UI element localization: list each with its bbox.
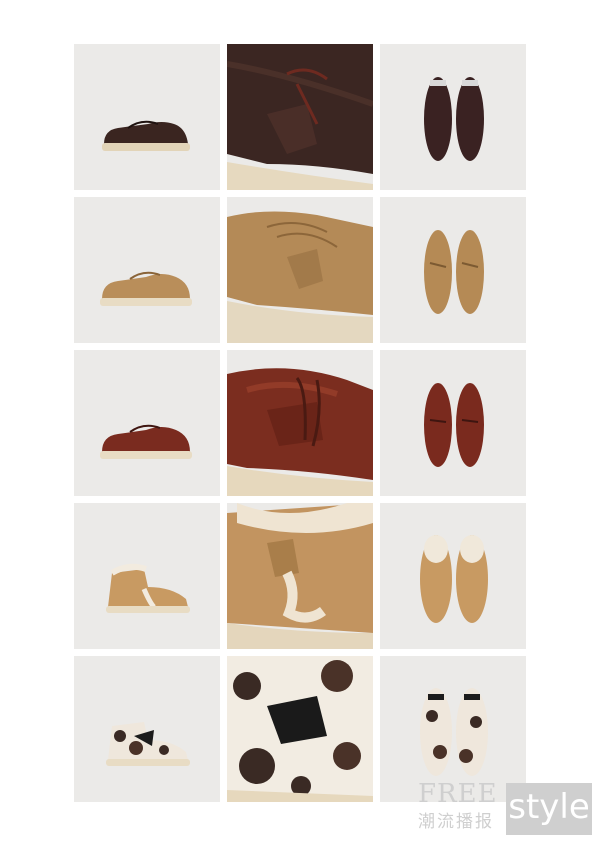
shoe-sand-side-image xyxy=(100,271,192,306)
tile-burgundy-wallabee-detail[interactable] xyxy=(227,350,373,496)
shoe-burgundy-detail-image xyxy=(227,368,373,496)
shoe-cowprint-side-image xyxy=(106,722,190,766)
shoe-burgundy-top-image xyxy=(424,383,484,467)
shoe-shearling-top-image xyxy=(420,535,488,623)
tile-shearling-boot-detail[interactable] xyxy=(227,503,373,649)
shoe-brown-detail-image xyxy=(227,44,373,190)
shoe-brown-side-image xyxy=(102,120,190,151)
tile-burgundy-wallabee-side[interactable] xyxy=(74,350,220,496)
tile-sand-wallabee-side[interactable] xyxy=(74,197,220,343)
tile-brown-wallabee-top[interactable] xyxy=(380,44,526,190)
tile-shearling-boot-side[interactable] xyxy=(74,503,220,649)
shoe-shearling-side-image xyxy=(106,563,190,613)
shoe-burgundy-side-image xyxy=(100,424,192,459)
tile-cowprint-boot-detail[interactable] xyxy=(227,656,373,802)
tile-sand-wallabee-top[interactable] xyxy=(380,197,526,343)
shoe-shearling-detail-image xyxy=(227,503,373,649)
tile-sand-wallabee-detail[interactable] xyxy=(227,197,373,343)
shoe-sand-detail-image xyxy=(227,211,373,343)
shoe-cowprint-detail-image xyxy=(227,656,373,802)
watermark-style-box: style xyxy=(506,783,592,835)
shoe-sand-top-image xyxy=(424,230,484,314)
product-grid xyxy=(74,44,526,802)
shoe-brown-top-image xyxy=(424,77,484,161)
tile-brown-wallabee-side[interactable] xyxy=(74,44,220,190)
freestyle-watermark: FREE 潮流播报 style xyxy=(418,780,598,840)
watermark-free-text: FREE xyxy=(418,779,498,809)
tile-burgundy-wallabee-top[interactable] xyxy=(380,350,526,496)
watermark-chinese-text: 潮流播报 xyxy=(418,812,494,832)
tile-brown-wallabee-detail[interactable] xyxy=(227,44,373,190)
tile-cowprint-boot-side[interactable] xyxy=(74,656,220,802)
tile-shearling-boot-top[interactable] xyxy=(380,503,526,649)
watermark-style-text: style xyxy=(508,787,590,827)
